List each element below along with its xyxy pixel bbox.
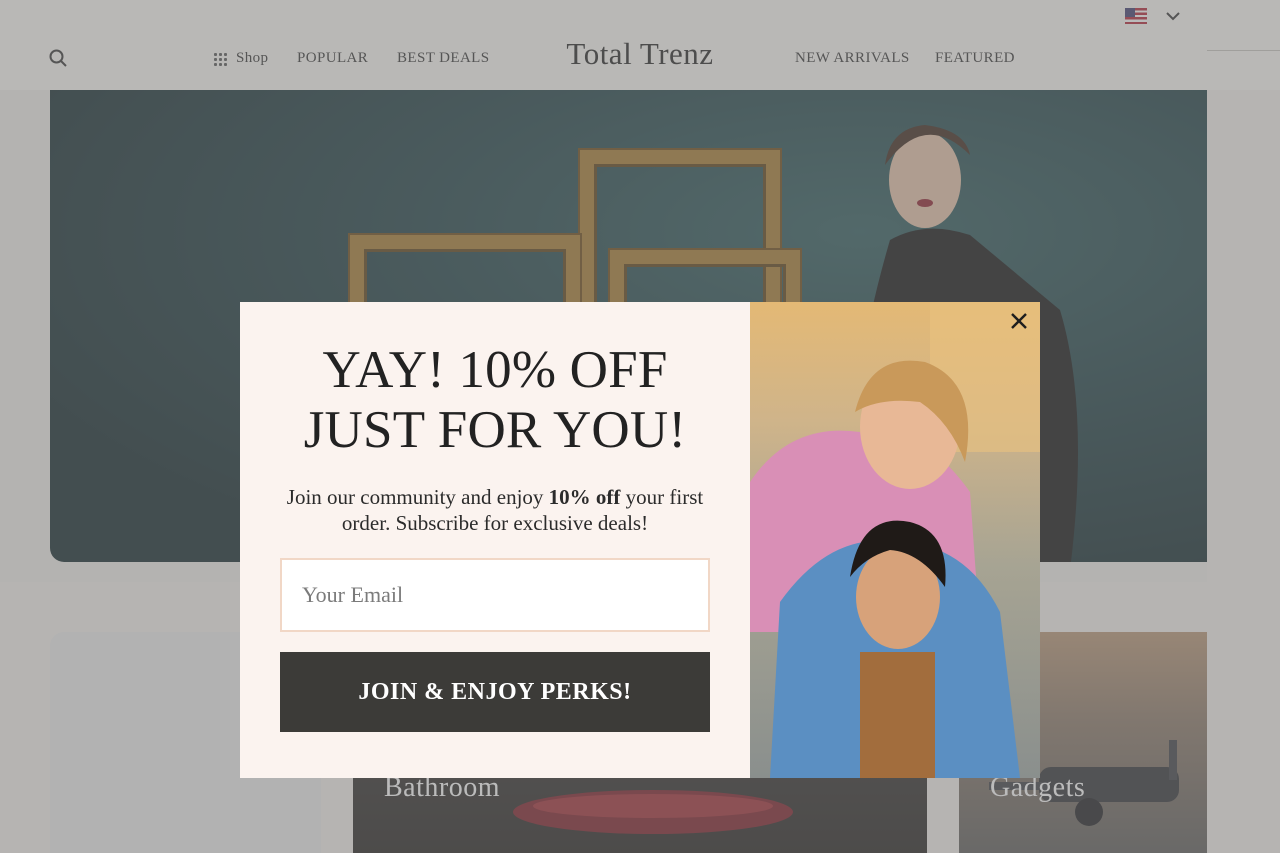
join-button[interactable]: JOIN & ENJOY PERKS! (280, 652, 710, 732)
popup-headline: YAY! 10% OFF JUST FOR YOU! (240, 340, 750, 460)
headline-line-1: YAY! 10% OFF (322, 341, 668, 399)
popup-photo (750, 302, 1040, 778)
couple-photo (750, 302, 1040, 778)
popup-subtext: Join our community and enjoy 10% off you… (240, 484, 750, 536)
headline-line-2: JUST FOR YOU! (303, 401, 687, 459)
discount-popup: YAY! 10% OFF JUST FOR YOU! Join our comm… (240, 302, 1040, 778)
email-input[interactable] (280, 558, 710, 632)
close-button[interactable] (1008, 310, 1030, 332)
popup-content: YAY! 10% OFF JUST FOR YOU! Join our comm… (240, 302, 750, 778)
subtext-start: Join our community and enjoy (286, 485, 549, 509)
close-icon (1011, 313, 1027, 329)
subtext-highlight: 10% off (548, 485, 621, 509)
